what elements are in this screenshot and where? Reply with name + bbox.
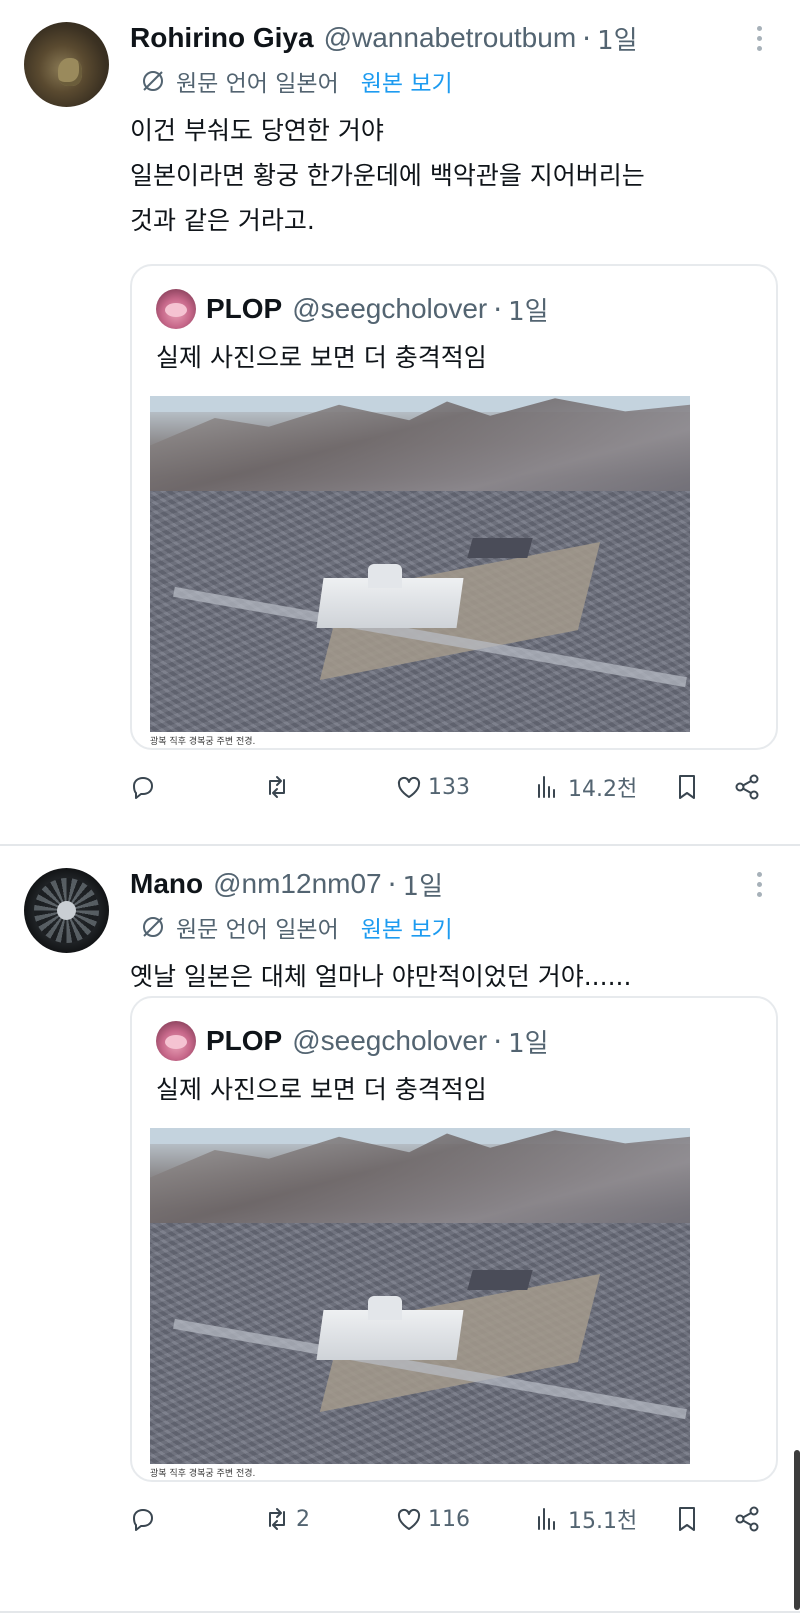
photo-mountains	[150, 398, 690, 506]
tweet-text: 옛날 일본은 대체 얼마나 야만적이었던 거야......	[130, 954, 631, 999]
bookmark-button[interactable]	[672, 762, 702, 812]
quote-header: PLOP @seegcholover · 1일	[156, 1020, 549, 1062]
reply-button[interactable]	[128, 1494, 162, 1544]
author-name[interactable]: Mano	[130, 868, 203, 900]
photo-mountains	[150, 1130, 690, 1238]
quote-avatar	[156, 1021, 196, 1061]
bookmark-icon	[679, 1507, 695, 1531]
share-button[interactable]	[732, 762, 762, 812]
quote-author-handle: @seegcholover	[292, 293, 488, 324]
tweet-text: 이건 부숴도 당연한 거야 일본이라면 황궁 한가운데에 백악관을 지어버리는 …	[130, 108, 645, 243]
photo-palace-hall	[467, 1270, 533, 1290]
like-count: 116	[428, 1506, 470, 1532]
views-button[interactable]: 15.1천	[534, 1494, 637, 1544]
scrollbar[interactable]	[794, 1450, 800, 1610]
author-name[interactable]: Rohirino Giya	[130, 22, 314, 54]
separator-dot: ·	[493, 1024, 503, 1058]
photo-caption: 광복 직후 경복궁 주변 전경.	[150, 1469, 256, 1479]
more-dots-icon[interactable]	[754, 26, 764, 54]
translation-row: 원문 언어 일본어 원본 보기	[140, 908, 453, 946]
globe-translate-icon	[143, 917, 163, 937]
tweet-text-line: 이건 부숴도 당연한 거야	[130, 116, 384, 145]
tweet-text-line: 옛날 일본은 대체 얼마나 야만적이었던 거야......	[130, 962, 632, 991]
quote-tweet-card[interactable]: PLOP @seegcholover · 1일 실제 사진으로 보면 더 충격적…	[130, 264, 778, 750]
views-count: 15.1천	[568, 1509, 638, 1534]
photo-dome	[368, 1296, 402, 1320]
quote-header: PLOP @seegcholover · 1일	[156, 288, 549, 330]
share-icon	[735, 1506, 759, 1532]
like-button[interactable]: 116	[394, 1494, 470, 1544]
photo-dome	[368, 564, 402, 588]
show-original-link[interactable]: 원본 보기	[361, 910, 453, 944]
avatar[interactable]	[24, 22, 109, 107]
views-icon	[538, 1508, 555, 1530]
translation-label: 원문 언어 일본어	[176, 71, 339, 97]
tweet-header: Mano @nm12nm07 · 1일	[130, 864, 443, 904]
retweet-button[interactable]: 2	[262, 1494, 310, 1544]
views-button[interactable]: 14.2천	[534, 762, 637, 812]
tweet-text-line: 일본이라면 황궁 한가운데에 백악관을 지어버리는	[130, 161, 645, 190]
more-dots-icon[interactable]	[754, 872, 764, 900]
timestamp[interactable]: 1일	[403, 866, 443, 903]
quote-tweet-card[interactable]: PLOP @seegcholover · 1일 실제 사진으로 보면 더 충격적…	[130, 996, 778, 1482]
like-icon	[397, 776, 421, 798]
separator-dot: ·	[582, 21, 592, 55]
quote-photo[interactable]	[150, 1128, 690, 1464]
quote-author-name: PLOP	[206, 293, 283, 324]
tweet[interactable]: Mano @nm12nm07 · 1일 원문 언어 일본어 원본 보기 옛날 일…	[0, 846, 800, 1617]
quote-text: 실제 사진으로 보면 더 충격적임	[156, 1075, 487, 1104]
reply-button[interactable]	[128, 762, 162, 812]
quote-photo[interactable]	[150, 396, 690, 732]
retweet-icon	[269, 1508, 285, 1530]
quote-author-handle: @seegcholover	[292, 1025, 488, 1056]
like-count: 133	[428, 774, 470, 800]
separator-dot: ·	[493, 292, 503, 326]
quote-timestamp: 1일	[508, 296, 549, 327]
share-icon	[735, 774, 759, 800]
views-icon	[538, 776, 555, 798]
translation-label: 원문 언어 일본어	[176, 917, 339, 943]
tweet-text-line: 것과 같은 거라고.	[130, 206, 315, 235]
reply-icon	[133, 1509, 153, 1531]
views-count: 14.2천	[568, 777, 638, 802]
retweet-button[interactable]	[262, 762, 296, 812]
like-icon	[397, 1508, 421, 1530]
timestamp[interactable]: 1일	[597, 20, 637, 57]
show-original-link[interactable]: 원본 보기	[361, 64, 453, 98]
author-handle[interactable]: @wannabetroutbum	[324, 22, 577, 54]
retweet-icon	[269, 776, 285, 798]
photo-caption: 광복 직후 경복궁 주변 전경.	[150, 737, 256, 747]
quote-avatar	[156, 289, 196, 329]
translation-row: 원문 언어 일본어 원본 보기	[140, 62, 453, 100]
globe-translate-icon	[143, 71, 163, 91]
tweet[interactable]: Rohirino Giya @wannabetroutbum · 1일 원문 언…	[0, 0, 800, 846]
action-bar: 2 116 15.1천	[0, 1494, 800, 1544]
share-button[interactable]	[732, 1494, 762, 1544]
reply-icon	[133, 777, 153, 799]
photo-palace-hall	[467, 538, 533, 558]
quote-timestamp: 1일	[508, 1028, 549, 1059]
bookmark-button[interactable]	[672, 1494, 702, 1544]
retweet-count: 2	[296, 1506, 310, 1532]
separator-dot: ·	[387, 867, 397, 901]
avatar[interactable]	[24, 868, 109, 953]
quote-author-name: PLOP	[206, 1025, 283, 1056]
tweet-divider	[0, 1611, 800, 1613]
quote-text: 실제 사진으로 보면 더 충격적임	[156, 343, 487, 372]
author-handle[interactable]: @nm12nm07	[213, 868, 382, 900]
action-bar: 133 14.2천	[0, 762, 800, 812]
frog-figure	[58, 58, 82, 86]
like-button[interactable]: 133	[394, 762, 470, 812]
turbine-hub	[57, 901, 76, 920]
bookmark-icon	[679, 775, 695, 799]
tweet-header: Rohirino Giya @wannabetroutbum · 1일	[130, 18, 638, 58]
